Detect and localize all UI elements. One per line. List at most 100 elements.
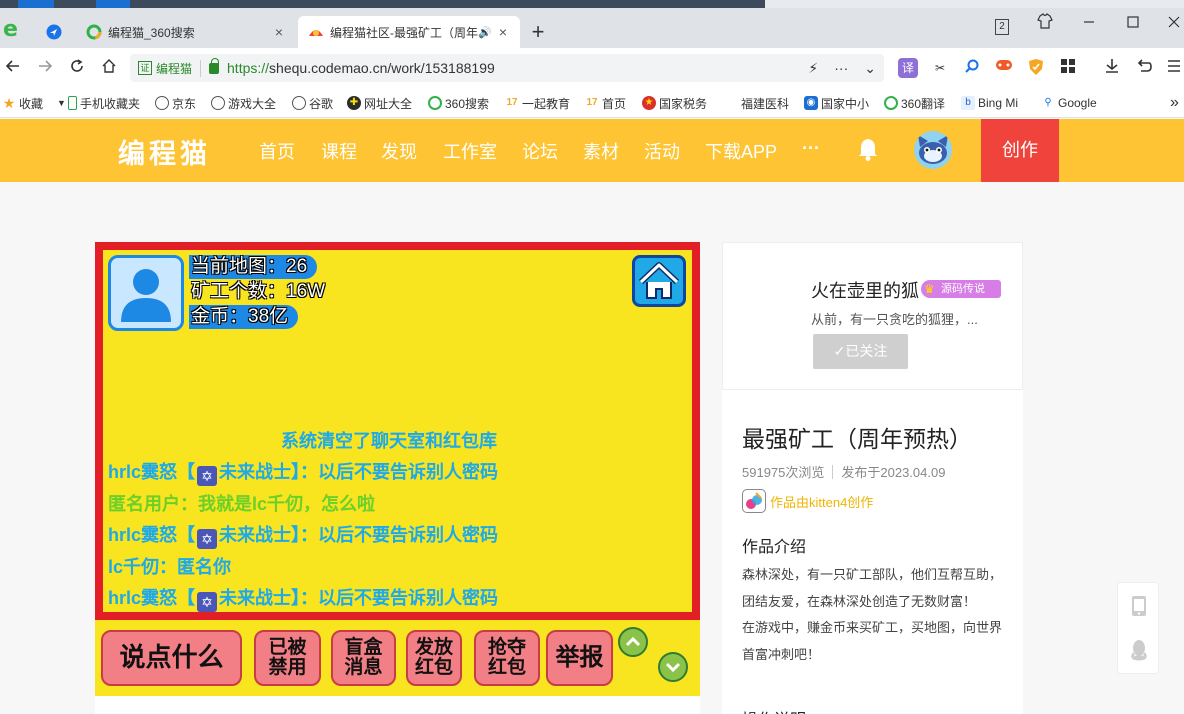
school-icon: ◉ bbox=[804, 96, 818, 110]
chat-message: hrlc霙怒【 ✡ 未来战士】：以后不要告诉别人密码 bbox=[108, 525, 499, 549]
minimize-icon[interactable] bbox=[1078, 12, 1100, 36]
reload-icon[interactable] bbox=[64, 56, 90, 80]
certificate-badge[interactable]: 证 编程猫 bbox=[138, 59, 202, 77]
follow-button[interactable]: ✓已关注 bbox=[813, 334, 908, 369]
player-avatar-icon[interactable] bbox=[108, 255, 184, 331]
author-bio: 从前，有一只贪吃的狐狸，... bbox=[811, 312, 978, 327]
forward-icon[interactable] bbox=[32, 56, 58, 80]
author-name[interactable]: 火在壶里的狐 bbox=[811, 277, 919, 303]
bookmark-item[interactable]: 360翻译 bbox=[884, 94, 945, 112]
mobile-icon[interactable] bbox=[1130, 595, 1148, 620]
game-icon[interactable] bbox=[994, 58, 1014, 78]
home-button-icon[interactable] bbox=[632, 255, 686, 307]
address-bar-row: 证 编程猫 https:// shequ.codemao.cn/work/153… bbox=[0, 48, 1184, 88]
url-scheme: https:// bbox=[227, 60, 270, 76]
bookmark-favorites[interactable]: ★ 收藏 ▼ bbox=[2, 94, 66, 112]
bookmark-item[interactable]: ◉ 国家中小 bbox=[804, 94, 869, 112]
skin-icon[interactable] bbox=[1034, 12, 1056, 36]
nav-discover[interactable]: 发现 bbox=[381, 138, 417, 164]
say-something-button[interactable]: 说点什么 bbox=[101, 630, 242, 686]
bookmarks-more-icon[interactable]: » bbox=[1170, 94, 1179, 112]
chat-message: 匿名用户：我就是lc千仞，怎么啦 bbox=[108, 494, 376, 514]
lock-icon bbox=[209, 57, 220, 74]
bookmark-item[interactable]: ✚ 网址大全 bbox=[347, 94, 412, 112]
scroll-down-icon[interactable] bbox=[658, 652, 688, 682]
globe-icon bbox=[211, 96, 225, 110]
nav-forum[interactable]: 论坛 bbox=[522, 138, 558, 164]
bookmark-item[interactable]: 游戏大全 bbox=[211, 94, 276, 112]
nav-icon: ✚ bbox=[347, 96, 361, 110]
game-canvas[interactable]: 当前地图：26 矿工个数：16W 金币：38亿 系统清空了聊天室和红包库 hrl… bbox=[103, 250, 692, 612]
nav-download-app[interactable]: 下载APP bbox=[705, 138, 777, 164]
nav-studio[interactable]: 工作室 bbox=[443, 138, 497, 164]
qq-icon[interactable] bbox=[1129, 639, 1149, 664]
back-icon[interactable] bbox=[0, 56, 26, 80]
bookmark-item[interactable]: 手机收藏夹 bbox=[68, 94, 140, 112]
nav-more-icon[interactable]: ··· bbox=[802, 138, 820, 159]
bookmark-item[interactable]: ⚲ Google bbox=[1041, 94, 1096, 112]
pinned-tab[interactable] bbox=[38, 16, 70, 48]
nav-materials[interactable]: 素材 bbox=[583, 138, 619, 164]
ops-heading: 操作说明 bbox=[742, 706, 806, 714]
bookmark-item[interactable]: 谷歌 bbox=[292, 94, 333, 112]
bell-icon[interactable] bbox=[857, 137, 879, 161]
work-title: 最强矿工（周年预热） bbox=[742, 426, 972, 452]
report-button[interactable]: 举报 bbox=[546, 630, 613, 686]
bookmark-item[interactable]: b Bing Mi bbox=[961, 94, 1024, 112]
more-icon[interactable]: ··· bbox=[834, 60, 848, 76]
new-tab-button[interactable]: + bbox=[526, 18, 550, 46]
chat-message: hrlc霙怒【 ✡ 未来战士】：以后不要告诉别人密码 bbox=[108, 462, 499, 486]
nav-courses[interactable]: 课程 bbox=[321, 138, 357, 164]
send-redpacket-button[interactable]: 发放 红包 bbox=[406, 630, 462, 686]
bookmark-item[interactable]: 17 首页 bbox=[585, 94, 626, 112]
tab-codemao[interactable]: 编程猫社区-最强矿工（周年 🔊 × bbox=[298, 16, 520, 48]
tab-360-search[interactable]: 编程猫_360搜索 × bbox=[76, 16, 296, 48]
create-button[interactable]: 创作 bbox=[981, 119, 1059, 182]
apps-grid-icon[interactable] bbox=[1058, 58, 1078, 78]
scissors-icon[interactable]: ✂ bbox=[930, 58, 950, 78]
nav-activities[interactable]: 活动 bbox=[644, 138, 680, 164]
globe-icon bbox=[155, 96, 169, 110]
game-toolbar: 说点什么 已被 禁用 盲盒 消息 发放 红包 抢夺 红包 举报 bbox=[95, 620, 700, 696]
lightning-icon[interactable]: ⚡ bbox=[808, 60, 818, 77]
author-card: 火在壶里的狐 ♛ 源码传说 从前，有一只贪吃的狐狸，... ✓已关注 bbox=[722, 242, 1023, 390]
scroll-up-icon[interactable] bbox=[618, 627, 648, 657]
home-icon[interactable] bbox=[96, 56, 122, 80]
search-ext-icon[interactable] bbox=[962, 58, 982, 78]
undo-icon[interactable] bbox=[1134, 58, 1154, 78]
bookmark-item[interactable]: ★ 国家税务 bbox=[642, 94, 709, 112]
close-window-icon[interactable] bbox=[1164, 12, 1184, 36]
seventeen-icon: 17 bbox=[586, 97, 598, 108]
codemao-favicon-icon bbox=[309, 30, 323, 36]
bookmark-item[interactable]: 17 一起教育 bbox=[505, 94, 578, 112]
nav-home[interactable]: 首页 bbox=[259, 138, 295, 164]
site-logo[interactable]: 编程猫 bbox=[118, 132, 211, 171]
creator-tag[interactable]: 作品由kitten4创作 bbox=[742, 489, 873, 513]
emblem-icon: ★ bbox=[642, 96, 656, 110]
bookmark-item[interactable]: 京东 bbox=[155, 94, 196, 112]
user-avatar[interactable] bbox=[914, 131, 952, 169]
url-input[interactable]: 证 编程猫 https:// shequ.codemao.cn/work/153… bbox=[130, 54, 884, 82]
shield-icon[interactable] bbox=[1026, 58, 1046, 78]
author-badge: ♛ 源码传说 bbox=[921, 280, 1001, 298]
maximize-icon[interactable] bbox=[1122, 12, 1144, 36]
bookmark-item[interactable]: 360搜索 bbox=[428, 94, 489, 112]
speaker-icon[interactable]: 🔊 bbox=[478, 26, 492, 39]
game-frame: 当前地图：26 矿工个数：16W 金币：38亿 系统清空了聊天室和红包库 hrl… bbox=[95, 242, 700, 620]
tab-title: 编程猫_360搜索 bbox=[108, 25, 195, 40]
translate-icon[interactable]: 译 bbox=[898, 58, 918, 78]
blind-box-button[interactable]: 盲盒 消息 bbox=[331, 630, 396, 686]
bookmark-item[interactable]: 福建医科 bbox=[741, 94, 789, 112]
window-count-icon[interactable]: 2 bbox=[994, 12, 1010, 36]
chevron-down-icon[interactable]: ⌄ bbox=[864, 60, 876, 77]
menu-icon[interactable] bbox=[1164, 58, 1184, 78]
download-icon[interactable] bbox=[1102, 58, 1122, 78]
bookmarks-bar: ★ 收藏 ▼ 手机收藏夹 京东 游戏大全 谷歌 ✚ 网址大全 360搜索 17 … bbox=[0, 88, 1184, 118]
360-icon bbox=[884, 96, 898, 110]
browser-logo-icon[interactable]: e bbox=[2, 18, 24, 40]
grab-redpacket-button[interactable]: 抢夺 红包 bbox=[474, 630, 540, 686]
tab-close-icon[interactable]: × bbox=[272, 24, 286, 40]
tab-close-icon[interactable]: × bbox=[496, 24, 510, 40]
banned-button[interactable]: 已被 禁用 bbox=[254, 630, 321, 686]
view-count: 591975次浏览 bbox=[742, 465, 825, 480]
